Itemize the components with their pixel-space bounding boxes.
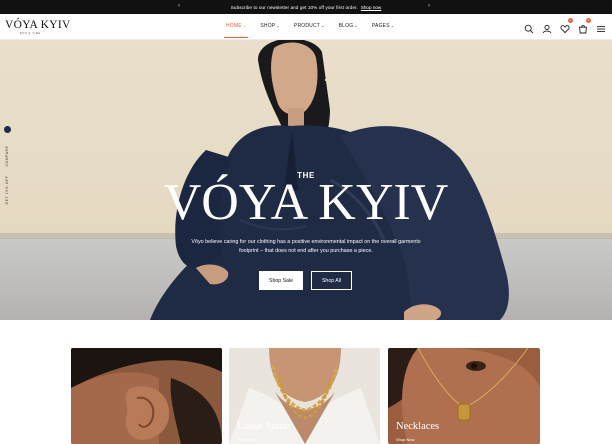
announcement-bar: ‹ Subscribe to our newsletter and get 10… [0, 0, 612, 14]
shop-all-button[interactable]: Shop All [311, 271, 352, 290]
site-header: VÓYA KYIV EPO & TIME HOME⌄ SHOP⌄ PRODUCT… [0, 14, 612, 40]
compare-label[interactable]: COMPARE [5, 139, 9, 173]
chevron-down-icon: ⌄ [321, 23, 325, 28]
cart-icon[interactable]: 0 [578, 18, 591, 34]
category-card-loose-stone[interactable]: Loose Stone Shop Now [229, 348, 380, 444]
hero-banner: THE VÓYA KYIV Vôyo believe caring for ou… [0, 40, 612, 320]
compare-count-dot [4, 126, 11, 133]
side-tab[interactable]: COMPARE GET 15% OFF [2, 124, 13, 206]
chevron-down-icon: ⌄ [354, 23, 358, 28]
category-cta[interactable]: Shop Now [396, 437, 414, 442]
header-icons: 0 0 [524, 18, 606, 34]
announcement-text: Subscribe to our newsletter and get 10% … [230, 4, 358, 10]
hero-title: VÓYA KYIV [163, 174, 449, 231]
announcement-link[interactable]: Shop now [361, 5, 381, 10]
search-icon[interactable] [524, 21, 534, 34]
chevron-down-icon: ⌄ [276, 23, 280, 28]
category-card-earrings[interactable] [71, 348, 222, 444]
category-name: Loose Stone [237, 421, 290, 432]
main-nav: HOME⌄ SHOP⌄ PRODUCT⌄ BLOG⌄ PAGES⌄ [223, 23, 394, 38]
wishlist-icon[interactable]: 0 [560, 18, 573, 34]
hero-description: Vôyo believe caring for our clothing has… [191, 239, 421, 254]
category-card-necklaces[interactable]: Necklaces Shop Now [388, 348, 540, 444]
shop-sale-button[interactable]: Shop Sale [259, 271, 303, 290]
chevron-right-icon[interactable]: › [428, 3, 430, 9]
account-icon[interactable] [542, 21, 552, 34]
cart-count-badge: 0 [586, 18, 591, 23]
menu-icon[interactable] [596, 21, 606, 32]
logo-tagline: EPO & TIME [20, 32, 41, 35]
promo-label[interactable]: GET 15% OFF [5, 173, 9, 207]
nav-item-home[interactable]: HOME⌄ [223, 23, 249, 38]
nav-item-shop[interactable]: SHOP⌄ [260, 23, 280, 29]
nav-item-blog[interactable]: BLOG⌄ [339, 23, 358, 29]
chevron-down-icon: ⌄ [242, 23, 247, 28]
category-cta[interactable]: Shop Now [237, 437, 255, 442]
category-name: Necklaces [396, 421, 440, 432]
earring-image [71, 348, 222, 444]
chevron-down-icon: ⌄ [390, 23, 395, 28]
wishlist-count-badge: 0 [568, 18, 573, 23]
nav-item-product[interactable]: PRODUCT⌄ [294, 23, 325, 29]
chevron-left-icon[interactable]: ‹ [178, 3, 180, 9]
site-logo[interactable]: VÓYA KYIV [5, 19, 71, 31]
nav-item-pages[interactable]: PAGES⌄ [372, 23, 394, 29]
